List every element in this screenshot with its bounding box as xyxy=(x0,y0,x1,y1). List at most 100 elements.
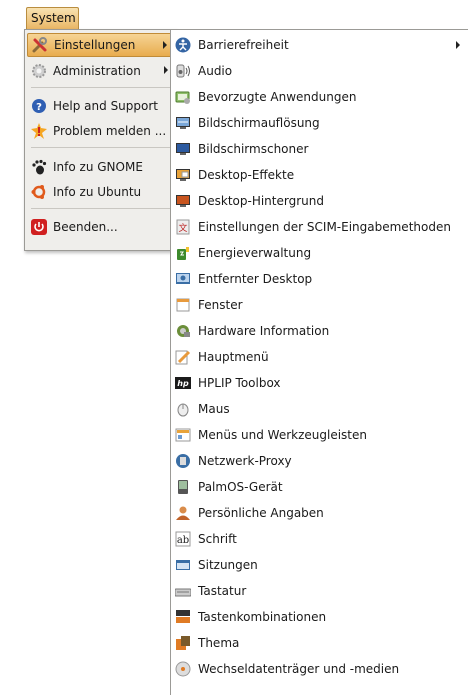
submenu-item-bildschirmschoner[interactable]: Bildschirmschoner xyxy=(175,136,468,162)
desktop-background-icon xyxy=(175,193,191,209)
submenu-item-label: Sitzungen xyxy=(198,558,258,572)
svg-text:hp: hp xyxy=(177,379,189,388)
submenu-item-netzwerk-proxy[interactable]: Netzwerk-Proxy xyxy=(175,448,468,474)
hp-logo-icon: hp xyxy=(175,375,191,391)
submenu-item-label: Fenster xyxy=(198,298,243,312)
submenu-item-hauptmenue[interactable]: Hauptmenü xyxy=(175,344,468,370)
power-management-icon xyxy=(175,245,191,261)
submenu-arrow-icon xyxy=(163,41,167,49)
submenu-item-tastenkombinationen[interactable]: Tastenkombinationen xyxy=(175,604,468,630)
submenu-item-audio[interactable]: Audio xyxy=(175,58,468,84)
submenu-item-label: PalmOS-Gerät xyxy=(198,480,283,494)
submenu-item-menues-werkzeugleisten[interactable]: Menüs und Werkzeugleisten xyxy=(175,422,468,448)
submenu-item-bevorzugte-anwendungen[interactable]: Bevorzugte Anwendungen xyxy=(175,84,468,110)
menu-item-help[interactable]: ? Help and Support xyxy=(27,94,174,118)
preferences-tools-icon xyxy=(32,37,48,53)
menu-item-label: Problem melden ... xyxy=(53,124,167,138)
scim-input-icon: 文 xyxy=(175,219,191,235)
bug-report-icon xyxy=(31,123,47,139)
menu-item-beenden[interactable]: Beenden... xyxy=(27,215,174,239)
menu-separator xyxy=(31,147,170,148)
submenu-item-thema[interactable]: Thema xyxy=(175,630,468,656)
removable-media-icon xyxy=(175,661,191,677)
submenu-item-scim[interactable]: 文 Einstellungen der SCIM-Eingabemethoden xyxy=(175,214,468,240)
system-menu: Einstellungen Administration ? Help and … xyxy=(24,29,177,251)
screensaver-icon xyxy=(175,141,191,157)
window-icon xyxy=(175,297,191,313)
menu-item-label: Einstellungen xyxy=(54,38,136,52)
submenu-item-label: Energieverwaltung xyxy=(198,246,312,260)
keyboard-shortcuts-icon xyxy=(175,609,191,625)
menus-toolbars-icon xyxy=(175,427,191,443)
system-menu-button[interactable]: System xyxy=(26,7,79,29)
desktop-effects-icon xyxy=(175,167,191,183)
submenu-item-maus[interactable]: Maus xyxy=(175,396,468,422)
main-menu-editor-icon xyxy=(175,349,191,365)
submenu-arrow-icon xyxy=(456,41,460,49)
submenu-item-label: Wechseldatenträger und -medien xyxy=(198,662,400,676)
menu-separator xyxy=(31,208,170,209)
submenu-item-energieverwaltung[interactable]: Energieverwaltung xyxy=(175,240,468,266)
submenu-item-label: Desktop-Effekte xyxy=(198,168,295,182)
sessions-icon xyxy=(175,557,191,573)
submenu-item-persoenliche-angaben[interactable]: Persönliche Angaben xyxy=(175,500,468,526)
submenu-item-fenster[interactable]: Fenster xyxy=(175,292,468,318)
submenu-item-label: Persönliche Angaben xyxy=(198,506,324,520)
menu-separator xyxy=(31,87,170,88)
submenu-item-wechseldatentraeger[interactable]: Wechseldatenträger und -medien xyxy=(175,656,468,682)
svg-text:文: 文 xyxy=(178,222,187,234)
submenu-item-barrierefreiheit[interactable]: Barrierefreiheit xyxy=(175,32,468,58)
submenu-item-entfernter-desktop[interactable]: Entfernter Desktop xyxy=(175,266,468,292)
submenu-item-label: Bildschirmauflösung xyxy=(198,116,320,130)
personal-info-icon xyxy=(175,505,191,521)
menu-item-info-ubuntu[interactable]: Info zu Ubuntu xyxy=(27,180,174,204)
menu-item-label: Info zu GNOME xyxy=(53,160,143,174)
ubuntu-logo-icon xyxy=(31,184,47,200)
submenu-item-label: HPLIP Toolbox xyxy=(198,376,281,390)
submenu-item-palmos-geraet[interactable]: PalmOS-Gerät xyxy=(175,474,468,500)
submenu-item-label: Desktop-Hintergrund xyxy=(198,194,324,208)
svg-text:ab: ab xyxy=(177,535,189,546)
submenu-item-hplip-toolbox[interactable]: hp HPLIP Toolbox xyxy=(175,370,468,396)
administration-gear-icon xyxy=(31,63,47,79)
submenu-item-label: Schrift xyxy=(198,532,237,546)
submenu-item-label: Maus xyxy=(198,402,230,416)
hardware-info-icon xyxy=(175,323,191,339)
submenu-item-label: Hauptmenü xyxy=(198,350,269,364)
audio-speaker-icon xyxy=(175,63,191,79)
submenu-item-label: Hardware Information xyxy=(198,324,330,338)
menu-item-label: Beenden... xyxy=(53,220,118,234)
submenu-item-desktop-hintergrund[interactable]: Desktop-Hintergrund xyxy=(175,188,468,214)
power-icon xyxy=(31,219,47,235)
system-menu-label: System xyxy=(31,11,76,25)
menu-item-administration[interactable]: Administration xyxy=(27,59,174,83)
submenu-item-schrift[interactable]: ab Schrift xyxy=(175,526,468,552)
display-resolution-icon xyxy=(175,115,191,131)
submenu-item-bildschirmaufloesung[interactable]: Bildschirmauflösung xyxy=(175,110,468,136)
submenu-item-hardware-information[interactable]: Hardware Information xyxy=(175,318,468,344)
menu-item-einstellungen[interactable]: Einstellungen xyxy=(27,33,174,57)
submenu-item-label: Einstellungen der SCIM-Eingabemethoden xyxy=(198,220,451,234)
submenu-item-sitzungen[interactable]: Sitzungen xyxy=(175,552,468,578)
accessibility-icon xyxy=(175,37,191,53)
preferred-applications-icon xyxy=(175,89,191,105)
submenu-item-tastatur[interactable]: Tastatur xyxy=(175,578,468,604)
palm-device-icon xyxy=(175,479,191,495)
submenu-item-label: Netzwerk-Proxy xyxy=(198,454,292,468)
submenu-item-label: Entfernter Desktop xyxy=(198,272,313,286)
submenu-item-label: Barrierefreiheit xyxy=(198,38,289,52)
submenu-item-label: Bevorzugte Anwendungen xyxy=(198,90,357,104)
menu-item-info-gnome[interactable]: Info zu GNOME xyxy=(27,155,174,179)
submenu-item-label: Tastenkombinationen xyxy=(198,610,327,624)
keyboard-icon xyxy=(175,583,191,599)
network-proxy-icon xyxy=(175,453,191,469)
submenu-item-label: Thema xyxy=(198,636,240,650)
menu-item-label: Administration xyxy=(53,64,141,78)
submenu-item-desktop-effekte[interactable]: Desktop-Effekte xyxy=(175,162,468,188)
theme-icon xyxy=(175,635,191,651)
mouse-icon xyxy=(175,401,191,417)
submenu-item-label: Audio xyxy=(198,64,233,78)
svg-text:?: ? xyxy=(36,102,42,113)
menu-item-problem-report[interactable]: Problem melden ... xyxy=(27,119,174,143)
submenu-arrow-icon xyxy=(164,66,168,74)
